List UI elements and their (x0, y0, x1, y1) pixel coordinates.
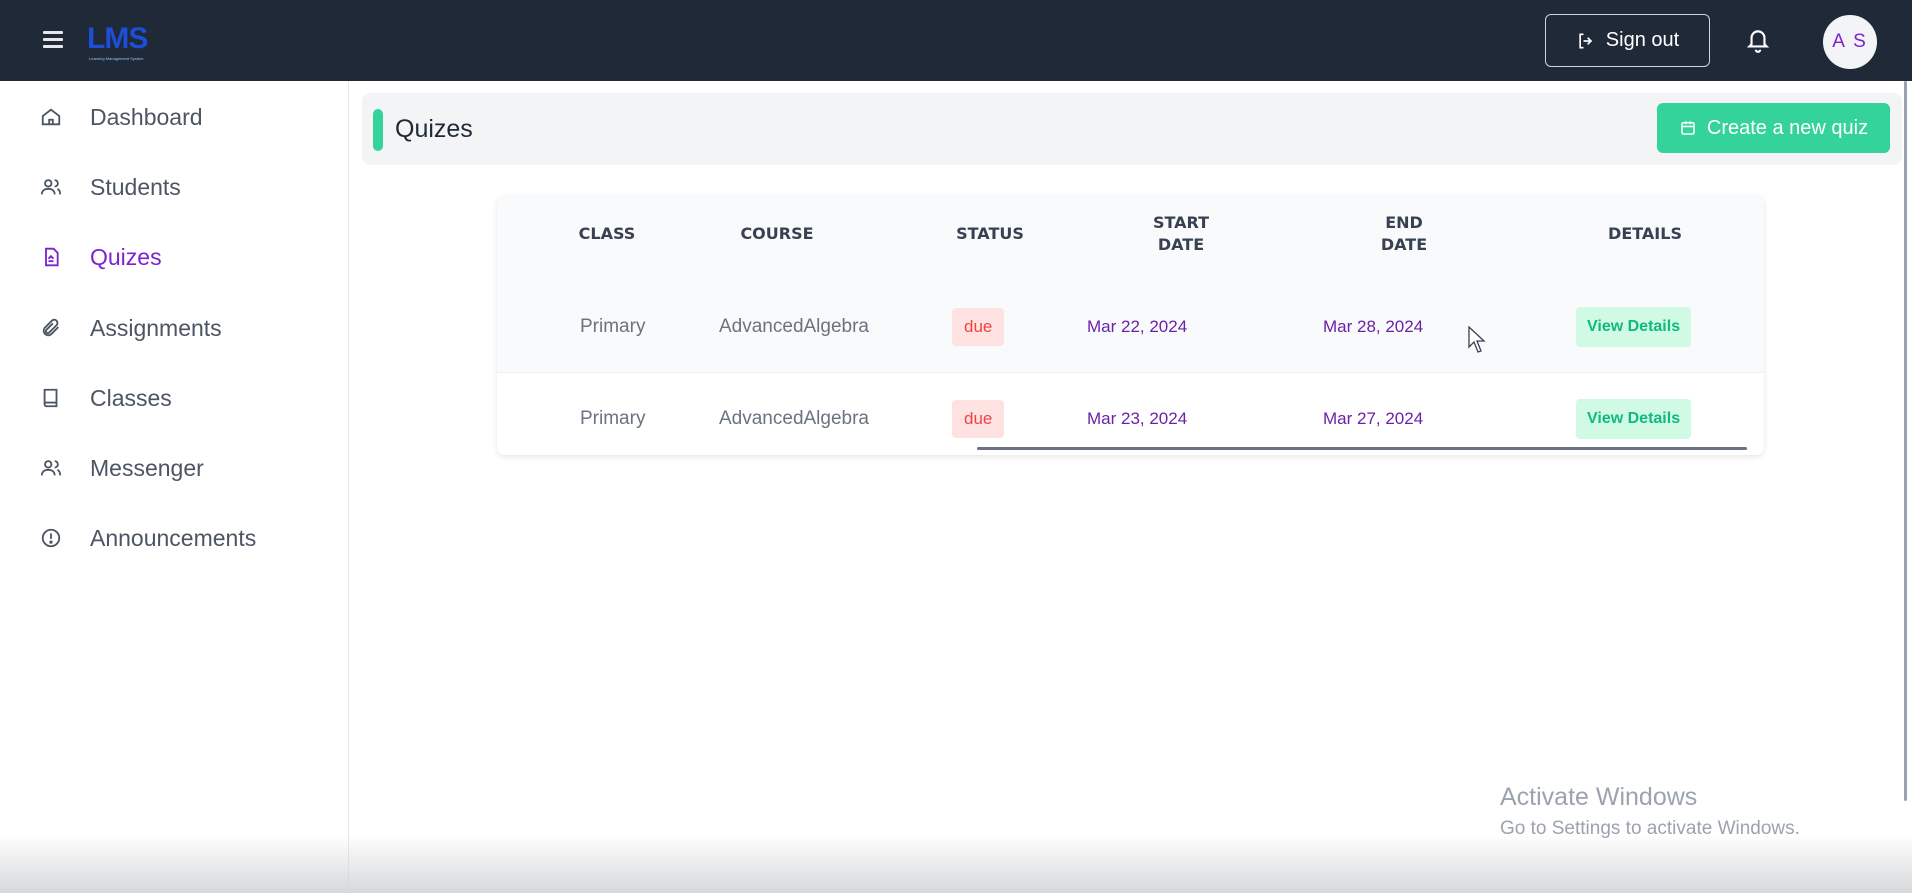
sidebar-item-announcements[interactable]: Announcements (40, 518, 330, 558)
table-row: Primary AdvancedAlgebra due Mar 22, 2024… (497, 281, 1764, 373)
sidebar-item-label: Announcements (90, 524, 257, 551)
cell-class: Primary (580, 407, 646, 429)
cell-start-date: Mar 22, 2024 (1087, 316, 1188, 336)
sidebar-item-label: Quizes (90, 243, 162, 270)
sidebar-item-label: Messenger (90, 454, 204, 481)
sidebar-item-label: Dashboard (90, 103, 203, 130)
book-icon (40, 387, 62, 409)
alert-circle-icon (40, 527, 62, 549)
home-icon (40, 106, 62, 128)
cell-start-date: Mar 23, 2024 (1087, 408, 1188, 428)
logo-text: LMS (87, 22, 148, 55)
paperclip-icon (40, 317, 62, 339)
page-title: Quizes (395, 115, 473, 143)
view-details-button[interactable]: View Details (1576, 306, 1692, 347)
cell-end-date: Mar 28, 2024 (1323, 316, 1424, 336)
start-date-header-line2: DATE (1157, 235, 1205, 254)
start-date-header-line1: START (1152, 213, 1210, 232)
sidebar-item-messenger[interactable]: Messenger (40, 448, 330, 488)
logo-subtext: Learning Management System (89, 56, 144, 61)
cell-course: AdvancedAlgebra (719, 407, 869, 429)
logo[interactable]: LMS Learning Management System (87, 18, 157, 62)
document-icon (40, 246, 62, 268)
end-date-header-line1: END (1385, 213, 1423, 232)
create-quiz-button[interactable]: Create a new quiz (1657, 103, 1890, 153)
sidebar: Dashboard Students Quizes Assignments Cl… (0, 81, 349, 893)
cell-status: due (952, 373, 1005, 455)
column-header-class: CLASS (578, 224, 636, 243)
table-header: CLASS COURSE STATUS START DATE END DATE … (497, 195, 1764, 281)
sign-out-icon (1579, 33, 1592, 48)
sidebar-item-dashboard[interactable]: Dashboard (40, 97, 330, 137)
vertical-scrollbar[interactable] (1904, 81, 1907, 801)
column-header-course: COURSE (740, 224, 814, 243)
windows-activation-watermark: Activate Windows Go to Settings to activ… (1500, 783, 1800, 840)
column-header-start-date: START DATE (1111, 212, 1251, 256)
bottom-shadow (0, 835, 1912, 893)
cell-end-date: Mar 27, 2024 (1323, 408, 1424, 428)
sign-out-button[interactable]: Sign out (1545, 14, 1710, 67)
column-header-end-date: END DATE (1334, 212, 1474, 256)
status-badge: due (952, 399, 1005, 438)
cell-course: AdvancedAlgebra (719, 315, 869, 337)
cell-details: View Details (1576, 373, 1692, 455)
page-header: Quizes Create a new quiz (362, 93, 1902, 165)
create-quiz-label: Create a new quiz (1706, 116, 1869, 139)
sidebar-item-label: Classes (90, 384, 172, 411)
column-header-status: STATUS (956, 224, 1024, 243)
status-badge: due (952, 307, 1005, 346)
view-details-button[interactable]: View Details (1576, 398, 1692, 439)
hamburger-menu-icon[interactable] (43, 31, 63, 48)
header-accent-bar (373, 109, 383, 151)
column-header-details: DETAILS (1608, 224, 1682, 243)
table-row: Primary AdvancedAlgebra due Mar 23, 2024… (497, 373, 1764, 455)
cell-class: Primary (580, 315, 646, 337)
sidebar-item-quizes[interactable]: Quizes (40, 237, 330, 277)
users-icon (40, 176, 62, 198)
cell-details: View Details (1576, 281, 1692, 372)
sidebar-item-students[interactable]: Students (40, 167, 330, 207)
bell-icon[interactable] (1745, 26, 1771, 54)
cell-status: due (952, 281, 1005, 372)
calendar-icon (1681, 121, 1695, 135)
mouse-cursor-icon (1468, 326, 1486, 353)
users-icon (40, 457, 62, 479)
watermark-title: Activate Windows (1500, 783, 1698, 811)
sidebar-item-classes[interactable]: Classes (40, 378, 330, 418)
quiz-table: CLASS COURSE STATUS START DATE END DATE … (497, 195, 1764, 455)
top-bar: LMS Learning Management System Sign out … (0, 0, 1912, 81)
sidebar-item-label: Assignments (90, 314, 222, 341)
sidebar-item-assignments[interactable]: Assignments (40, 308, 330, 348)
horizontal-scrollbar[interactable] (977, 447, 1747, 450)
end-date-header-line2: DATE (1380, 235, 1428, 254)
avatar[interactable]: A S (1823, 15, 1877, 69)
sign-out-label: Sign out (1605, 29, 1680, 51)
sidebar-item-label: Students (90, 173, 181, 200)
